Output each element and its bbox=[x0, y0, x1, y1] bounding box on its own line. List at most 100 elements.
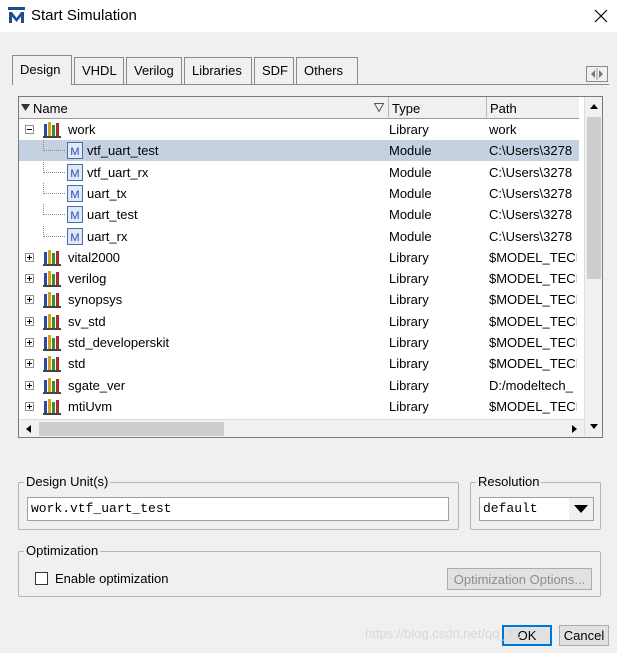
module-icon: M bbox=[67, 227, 83, 245]
scroll-down-button[interactable] bbox=[585, 417, 602, 435]
tab-scroll-buttons[interactable] bbox=[586, 66, 608, 82]
table-row[interactable]: Mvtf_uart_test Module C:\Users\3278 bbox=[19, 140, 579, 162]
type-cell: Library bbox=[389, 335, 429, 350]
row-name-label: vtf_uart_test bbox=[87, 143, 159, 159]
library-icon bbox=[43, 291, 61, 309]
tab-vhdl[interactable]: VHDL bbox=[74, 57, 124, 84]
table-row[interactable]: synopsys Library $MODEL_TECH bbox=[19, 289, 579, 310]
horizontal-scrollbar[interactable] bbox=[19, 419, 584, 437]
scroll-right-button[interactable] bbox=[565, 420, 583, 437]
tree-connector bbox=[43, 225, 65, 237]
library-icon bbox=[43, 249, 61, 266]
module-icon: M bbox=[67, 206, 83, 224]
column-header-path[interactable]: Path bbox=[487, 97, 579, 119]
tab-others[interactable]: Others bbox=[296, 57, 358, 84]
resolution-value: default bbox=[483, 501, 538, 516]
tab-label: Libraries bbox=[192, 63, 242, 78]
table-row[interactable]: mtiUvm Library $MODEL_TECH bbox=[19, 396, 579, 417]
expand-icon[interactable] bbox=[25, 316, 34, 326]
expand-icon[interactable] bbox=[25, 252, 34, 262]
row-name-label: vital2000 bbox=[68, 249, 121, 265]
row-name-label: std_developerskit bbox=[68, 335, 170, 350]
tab-scroll-arrows-icon bbox=[591, 68, 603, 80]
table-row[interactable]: std Library $MODEL_TECH bbox=[19, 353, 579, 374]
name-cell: work bbox=[19, 119, 387, 140]
table-header: Name Type Path bbox=[19, 97, 579, 119]
table-row[interactable]: sgate_ver Library D:/modeltech_ bbox=[19, 375, 579, 396]
expand-icon[interactable] bbox=[25, 274, 34, 284]
expand-icon[interactable] bbox=[25, 380, 34, 390]
table-row[interactable]: verilog Library $MODEL_TECH bbox=[19, 268, 579, 289]
tab-label: Others bbox=[304, 63, 344, 78]
window-title: Start Simulation bbox=[31, 7, 137, 24]
table-row[interactable]: Muart_tx Module C:\Users\3278 bbox=[19, 182, 579, 204]
column-label: Type bbox=[392, 101, 421, 116]
library-icon bbox=[43, 355, 61, 373]
expand-icon[interactable] bbox=[25, 338, 34, 347]
type-cell: Library bbox=[389, 377, 429, 393]
sort-indicator-icon bbox=[21, 104, 30, 111]
module-icon: M bbox=[67, 142, 83, 160]
scroll-up-button[interactable] bbox=[585, 97, 602, 115]
type-cell: Module bbox=[389, 185, 432, 201]
vertical-scrollbar[interactable] bbox=[584, 97, 602, 437]
table-row[interactable]: sv_std Library $MODEL_TECH bbox=[19, 311, 579, 332]
expand-icon[interactable] bbox=[25, 295, 34, 305]
tab-label: VHDL bbox=[82, 63, 117, 78]
close-button[interactable] bbox=[585, 1, 617, 31]
vertical-scroll-thumb[interactable] bbox=[587, 117, 601, 279]
table-row[interactable]: work Library work bbox=[19, 119, 579, 140]
horizontal-scroll-thumb[interactable] bbox=[39, 422, 224, 436]
watermark-text: https://blog.csdn.net/qq_41 bbox=[365, 626, 522, 641]
name-cell: mtiUvm bbox=[19, 396, 387, 417]
resolution-dropdown-button[interactable] bbox=[569, 498, 593, 520]
name-cell: Mvtf_uart_test bbox=[19, 140, 387, 161]
tab-libraries[interactable]: Libraries bbox=[184, 57, 252, 84]
row-name-label: sgate_ver bbox=[68, 377, 126, 393]
optimization-options-button[interactable]: Optimization Options... bbox=[447, 568, 592, 590]
enable-optimization-checkbox[interactable] bbox=[35, 572, 48, 585]
row-name-label: verilog bbox=[68, 271, 107, 287]
table-row[interactable]: Muart_rx Module C:\Users\3278 bbox=[19, 225, 579, 247]
type-cell: Library bbox=[389, 271, 429, 287]
expand-icon[interactable] bbox=[25, 401, 34, 411]
library-icon bbox=[43, 270, 61, 288]
scroll-left-button[interactable] bbox=[19, 420, 37, 437]
collapse-icon[interactable] bbox=[25, 125, 34, 134]
tree-connector bbox=[43, 204, 65, 216]
tab-verilog[interactable]: Verilog bbox=[126, 57, 182, 84]
design-unit-label: Design Unit(s) bbox=[24, 474, 111, 489]
path-cell: $MODEL_TECH bbox=[489, 292, 577, 308]
name-cell: verilog bbox=[19, 268, 387, 289]
name-cell: synopsys bbox=[19, 289, 387, 310]
tab-design[interactable]: Design bbox=[12, 55, 72, 85]
tab-sdf[interactable]: SDF bbox=[254, 57, 294, 84]
column-header-name[interactable]: Name bbox=[19, 97, 389, 119]
name-cell: Muart_test bbox=[19, 204, 387, 225]
optimization-label: Optimization bbox=[24, 543, 101, 558]
table-row[interactable]: Muart_test Module C:\Users\3278 bbox=[19, 204, 579, 225]
row-name-label: vtf_uart_rx bbox=[87, 164, 149, 180]
chevron-down-icon bbox=[574, 505, 588, 513]
optimization-group: Optimization Enable optimization Optimiz… bbox=[18, 543, 601, 597]
table-row[interactable]: std_developerskit Library $MODEL_TECH bbox=[19, 332, 579, 353]
svg-text:M: M bbox=[70, 210, 79, 222]
tree-connector bbox=[43, 161, 65, 173]
table-row[interactable]: vital2000 Library $MODEL_TECH bbox=[19, 247, 579, 268]
path-cell: C:\Users\3278 bbox=[489, 228, 573, 244]
row-name-label: work bbox=[68, 122, 96, 137]
library-tree-table[interactable]: Name Type Path work Library work Mvtf_uart_… bbox=[18, 96, 603, 438]
cancel-button[interactable]: Cancel bbox=[559, 625, 609, 646]
row-name-label: uart_test bbox=[87, 207, 138, 223]
type-cell: Library bbox=[389, 356, 429, 372]
name-cell: Mvtf_uart_rx bbox=[19, 161, 387, 183]
name-cell: Muart_rx bbox=[19, 225, 387, 247]
path-cell: $MODEL_TECH bbox=[489, 271, 577, 287]
expand-icon[interactable] bbox=[25, 359, 34, 369]
type-cell: Module bbox=[389, 207, 432, 223]
column-header-type[interactable]: Type bbox=[389, 97, 487, 119]
design-unit-input[interactable]: work.vtf_uart_test bbox=[27, 497, 449, 521]
filter-icon bbox=[374, 103, 384, 112]
arrow-left-icon bbox=[25, 425, 31, 433]
table-row[interactable]: Mvtf_uart_rx Module C:\Users\3278 bbox=[19, 161, 579, 183]
